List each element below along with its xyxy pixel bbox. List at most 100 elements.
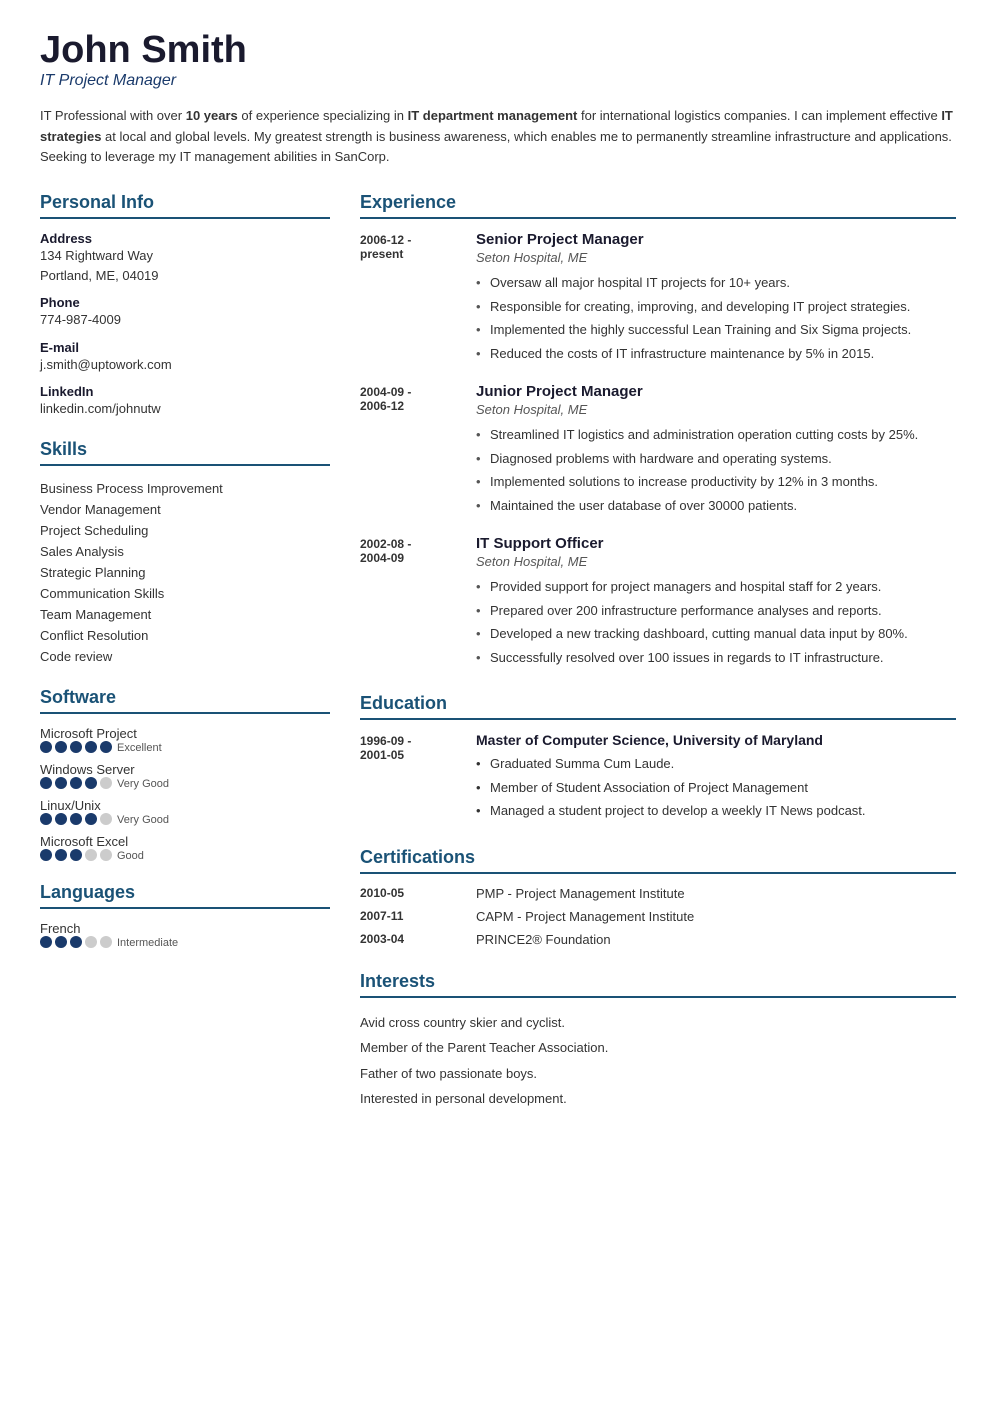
- exp-bullet: Prepared over 200 infrastructure perform…: [476, 599, 956, 623]
- certifications-section: Certifications 2010-05 PMP - Project Man…: [360, 847, 956, 947]
- personal-info-section: Personal Info Address 134 Rightward Way …: [40, 192, 330, 419]
- exp-dates: 2002-08 - 2004-09: [360, 535, 460, 669]
- cert-entry-capm: 2007-11 CAPM - Project Management Instit…: [360, 909, 956, 924]
- full-name: John Smith: [40, 30, 956, 72]
- interest-item: Member of the Parent Teacher Association…: [360, 1035, 956, 1061]
- software-item-microsoft-project: Microsoft Project Excellent: [40, 726, 330, 754]
- cert-date: 2003-04: [360, 932, 460, 947]
- edu-entry-masters: 1996-09 - 2001-05 Master of Computer Sci…: [360, 732, 956, 823]
- personal-info-title: Personal Info: [40, 192, 330, 219]
- exp-company: Seton Hospital, ME: [476, 554, 956, 569]
- exp-bullet: Oversaw all major hospital IT projects f…: [476, 271, 956, 295]
- software-item-microsoft-excel: Microsoft Excel Good: [40, 834, 330, 862]
- skills-title: Skills: [40, 439, 330, 466]
- exp-bullet: Diagnosed problems with hardware and ope…: [476, 447, 956, 471]
- languages-section: Languages French Intermediate: [40, 882, 330, 949]
- left-column: Personal Info Address 134 Rightward Way …: [40, 192, 330, 1122]
- skill-item: Team Management: [40, 604, 330, 625]
- exp-bullet: Provided support for project managers an…: [476, 575, 956, 599]
- cert-date: 2010-05: [360, 886, 460, 901]
- cert-name: PRINCE2® Foundation: [476, 932, 611, 947]
- exp-bullet: Maintained the user database of over 300…: [476, 494, 956, 518]
- exp-job-title: Senior Project Manager: [476, 231, 956, 248]
- software-section: Software Microsoft Project Excellent Win…: [40, 687, 330, 862]
- dot-filled: [100, 741, 112, 753]
- cert-entry-prince2: 2003-04 PRINCE2® Foundation: [360, 932, 956, 947]
- edu-bullet: Graduated Summa Cum Laude.: [476, 752, 956, 776]
- phone-value: 774-987-4009: [40, 310, 330, 330]
- dot-filled: [55, 813, 67, 825]
- education-title: Education: [360, 693, 956, 720]
- dot-filled: [70, 777, 82, 789]
- exp-bullet: Developed a new tracking dashboard, cutt…: [476, 622, 956, 646]
- linkedin-label: LinkedIn: [40, 384, 330, 399]
- dot-filled: [40, 777, 52, 789]
- dot-filled: [55, 936, 67, 948]
- dot-filled: [55, 741, 67, 753]
- software-item-linux-unix: Linux/Unix Very Good: [40, 798, 330, 826]
- exp-bullets: Streamlined IT logistics and administrat…: [476, 423, 956, 517]
- edu-bullet: Managed a student project to develop a w…: [476, 799, 956, 823]
- interests-title: Interests: [360, 971, 956, 998]
- exp-job-title: IT Support Officer: [476, 535, 956, 552]
- skill-item: Sales Analysis: [40, 541, 330, 562]
- exp-bullet: Successfully resolved over 100 issues in…: [476, 646, 956, 670]
- skills-section: Skills Business Process Improvement Vend…: [40, 439, 330, 667]
- language-item-french: French Intermediate: [40, 921, 330, 949]
- skill-item: Code review: [40, 646, 330, 667]
- cert-entry-pmp: 2010-05 PMP - Project Management Institu…: [360, 886, 956, 901]
- right-column: Experience 2006-12 - present Senior Proj…: [360, 192, 956, 1122]
- interest-item: Interested in personal development.: [360, 1086, 956, 1112]
- dot-filled: [40, 813, 52, 825]
- skill-item: Vendor Management: [40, 499, 330, 520]
- certifications-title: Certifications: [360, 847, 956, 874]
- email-label: E-mail: [40, 340, 330, 355]
- experience-section: Experience 2006-12 - present Senior Proj…: [360, 192, 956, 669]
- dot-filled: [85, 777, 97, 789]
- exp-company: Seton Hospital, ME: [476, 250, 956, 265]
- dot-filled: [55, 777, 67, 789]
- skill-item: Project Scheduling: [40, 520, 330, 541]
- header: John Smith IT Project Manager: [40, 30, 956, 90]
- address-line1: 134 Rightward Way: [40, 246, 330, 266]
- dot-filled: [55, 849, 67, 861]
- address-line2: Portland, ME, 04019: [40, 266, 330, 286]
- linkedin-value: linkedin.com/johnutw: [40, 399, 330, 419]
- dot-filled: [40, 936, 52, 948]
- software-item-windows-server: Windows Server Very Good: [40, 762, 330, 790]
- exp-dates: 2004-09 - 2006-12: [360, 383, 460, 517]
- exp-bullets: Provided support for project managers an…: [476, 575, 956, 669]
- edu-bullets: Graduated Summa Cum Laude. Member of Stu…: [476, 752, 956, 823]
- address-label: Address: [40, 231, 330, 246]
- dot-empty: [100, 813, 112, 825]
- dot-filled: [85, 813, 97, 825]
- skill-item: Communication Skills: [40, 583, 330, 604]
- email-value: j.smith@uptowork.com: [40, 355, 330, 375]
- dot-empty: [85, 936, 97, 948]
- exp-job-title: Junior Project Manager: [476, 383, 956, 400]
- interests-section: Interests Avid cross country skier and c…: [360, 971, 956, 1112]
- exp-bullet: Reduced the costs of IT infrastructure m…: [476, 342, 956, 366]
- skill-item: Business Process Improvement: [40, 478, 330, 499]
- interest-item: Father of two passionate boys.: [360, 1061, 956, 1087]
- skill-item: Strategic Planning: [40, 562, 330, 583]
- dot-filled: [70, 936, 82, 948]
- edu-bullet: Member of Student Association of Project…: [476, 776, 956, 800]
- cert-name: PMP - Project Management Institute: [476, 886, 685, 901]
- phone-label: Phone: [40, 295, 330, 310]
- skill-item: Conflict Resolution: [40, 625, 330, 646]
- exp-bullet: Implemented the highly successful Lean T…: [476, 318, 956, 342]
- dot-filled: [70, 741, 82, 753]
- dot-empty: [100, 936, 112, 948]
- dot-empty: [100, 777, 112, 789]
- software-title: Software: [40, 687, 330, 714]
- dot-filled: [40, 741, 52, 753]
- interest-item: Avid cross country skier and cyclist.: [360, 1010, 956, 1036]
- dot-filled: [40, 849, 52, 861]
- edu-degree: Master of Computer Science, University o…: [476, 732, 956, 748]
- dot-empty: [85, 849, 97, 861]
- exp-dates: 2006-12 - present: [360, 231, 460, 365]
- summary: IT Professional with over 10 years of ex…: [40, 106, 956, 168]
- dot-filled: [85, 741, 97, 753]
- job-title: IT Project Manager: [40, 72, 956, 90]
